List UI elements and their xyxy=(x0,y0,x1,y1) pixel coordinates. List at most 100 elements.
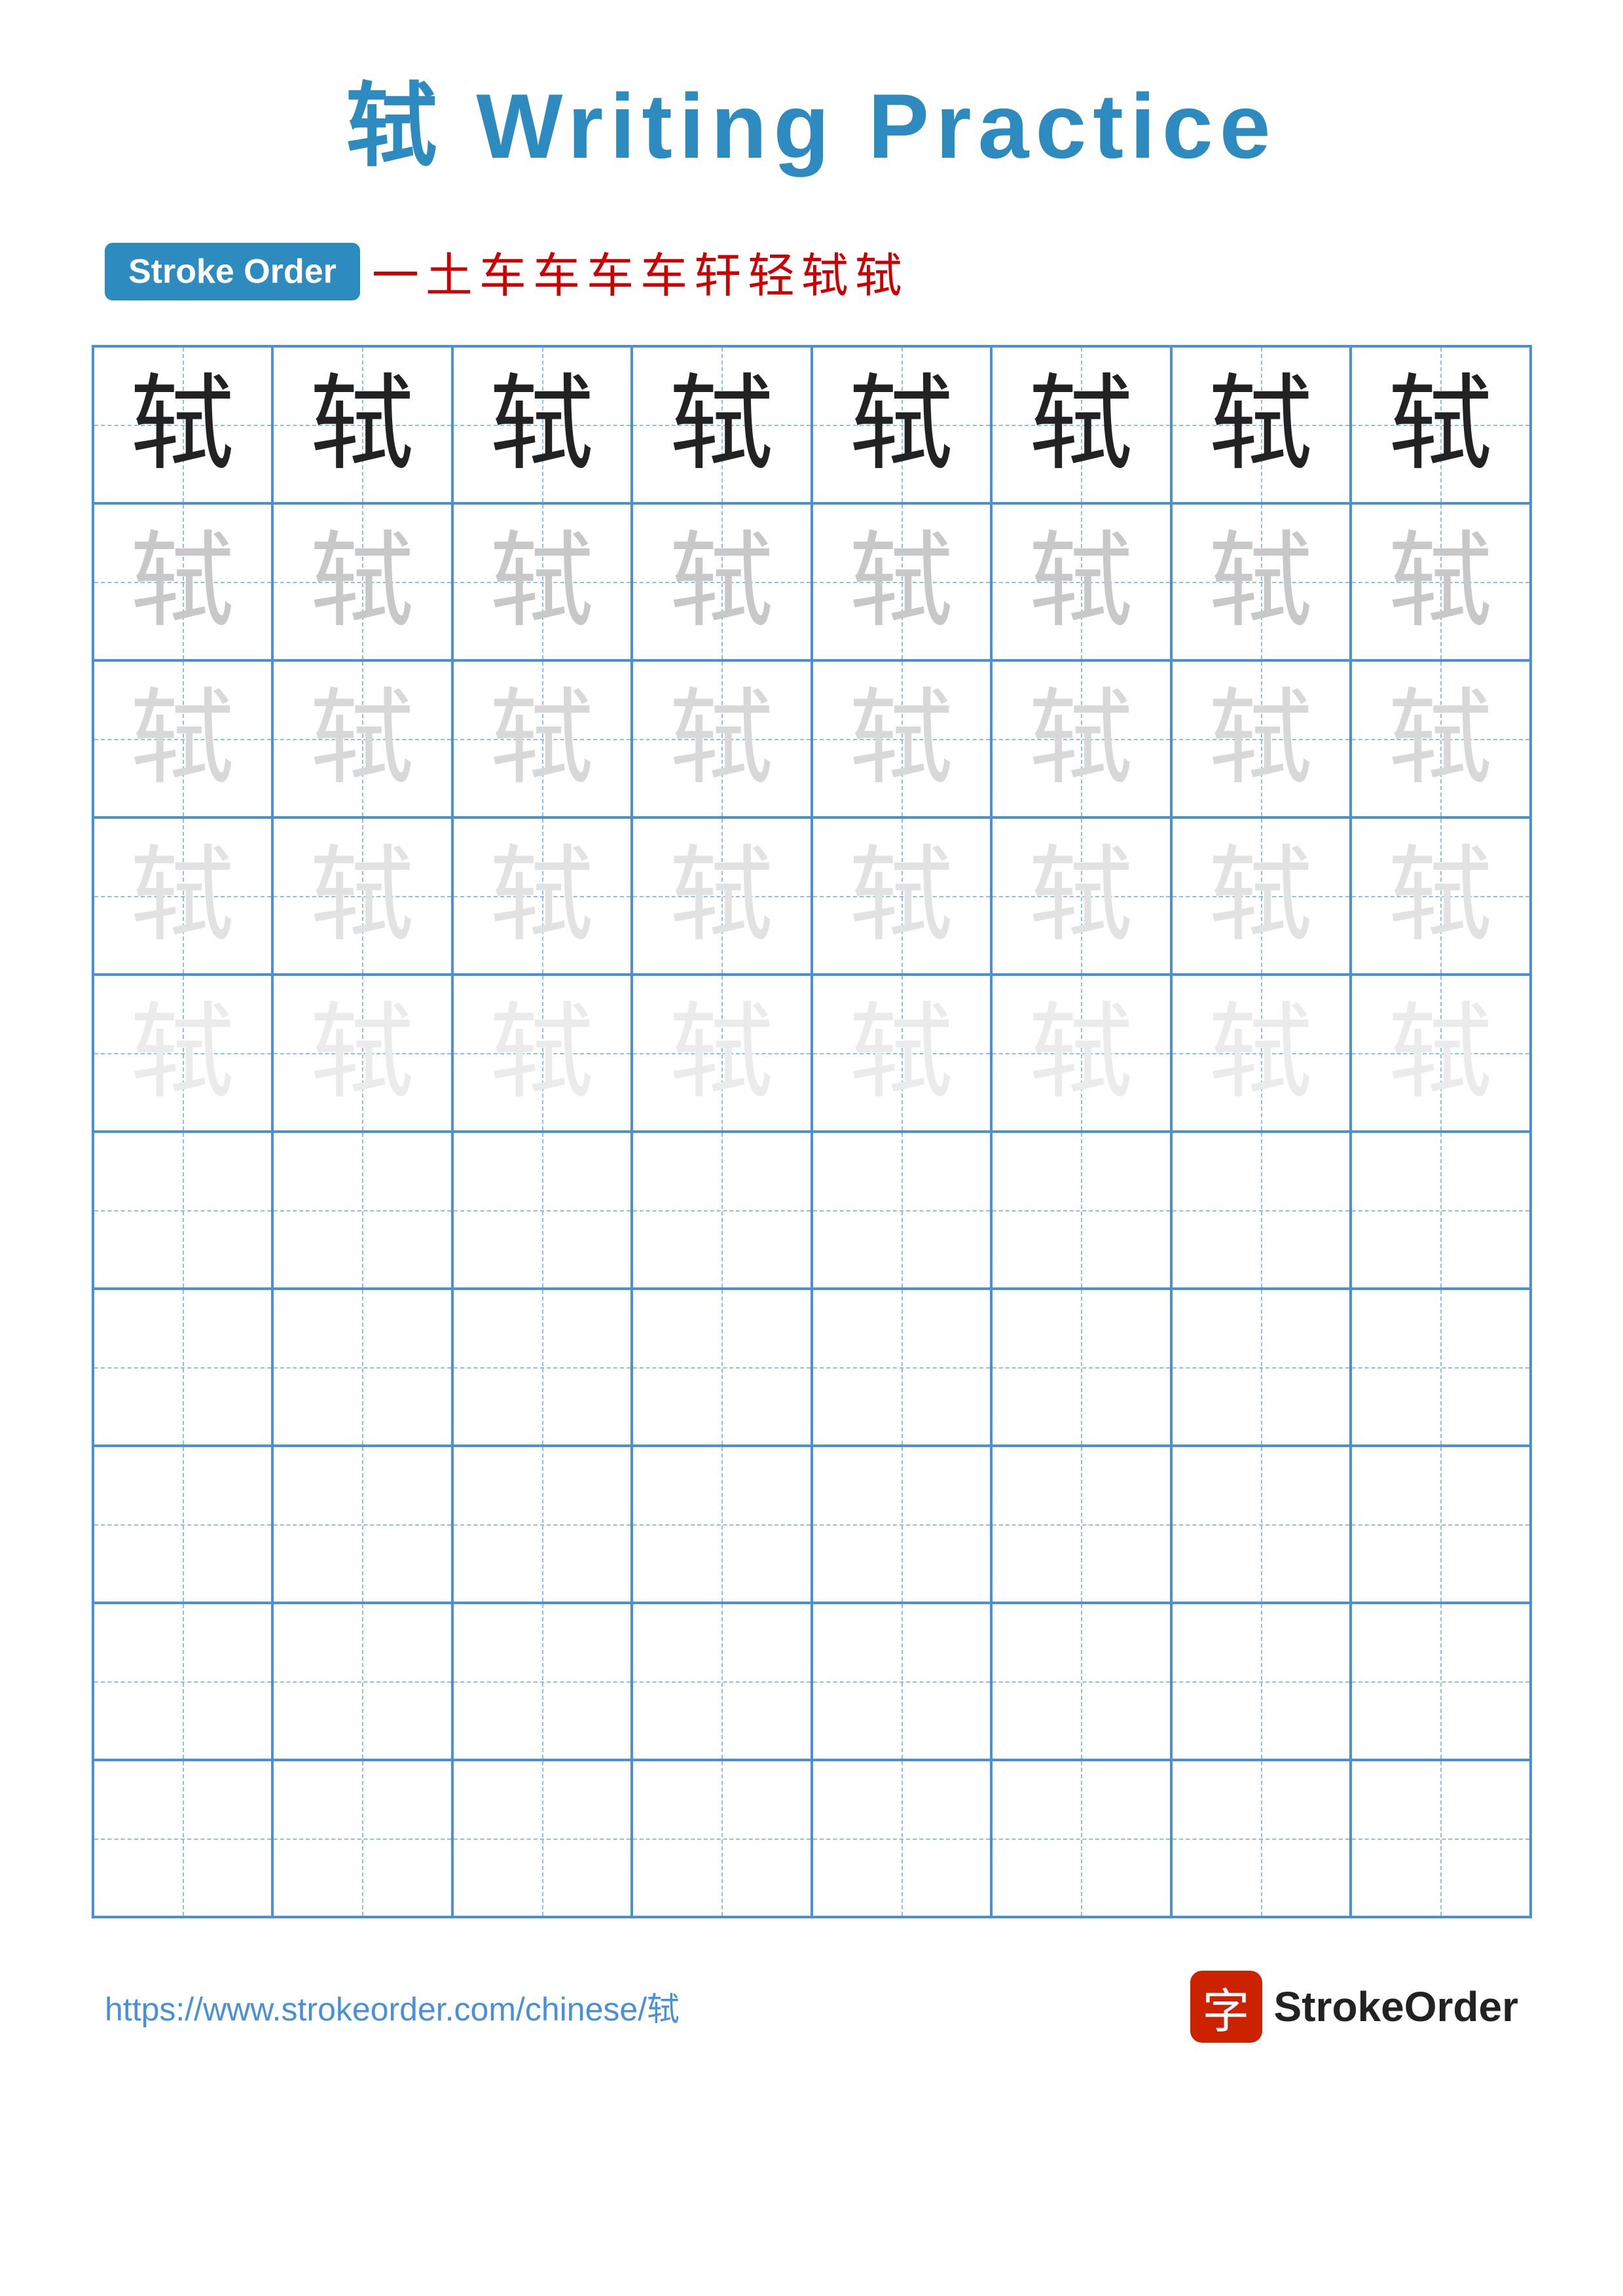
grid-cell[interactable]: 轼 xyxy=(272,817,452,975)
stroke-9: 轼 xyxy=(801,237,848,306)
grid-cell[interactable] xyxy=(632,1289,812,1446)
grid-cell[interactable]: 轼 xyxy=(93,503,273,660)
practice-char: 轼 xyxy=(490,687,594,791)
grid-cell[interactable] xyxy=(272,1760,452,1917)
grid-cell[interactable]: 轼 xyxy=(1171,817,1351,975)
grid-cell[interactable] xyxy=(1171,1603,1351,1760)
practice-char: 轼 xyxy=(1029,687,1133,791)
grid-cell[interactable]: 轼 xyxy=(272,975,452,1132)
practice-char: 轼 xyxy=(130,372,235,477)
grid-cell[interactable] xyxy=(272,1446,452,1603)
grid-cell[interactable]: 轼 xyxy=(812,503,992,660)
grid-cell[interactable]: 轼 xyxy=(1171,346,1351,503)
grid-cell[interactable] xyxy=(93,1603,273,1760)
grid-cell[interactable] xyxy=(1351,1132,1531,1289)
grid-cell[interactable]: 轼 xyxy=(812,660,992,817)
grid-cell[interactable]: 轼 xyxy=(632,346,812,503)
practice-char: 轼 xyxy=(310,687,414,791)
practice-char: 轼 xyxy=(1388,529,1493,634)
grid-cell[interactable]: 轼 xyxy=(1171,660,1351,817)
grid-cell[interactable] xyxy=(991,1446,1171,1603)
grid-cell[interactable] xyxy=(93,1446,273,1603)
grid-cell[interactable]: 轼 xyxy=(1351,503,1531,660)
grid-cell[interactable] xyxy=(632,1760,812,1917)
grid-cell[interactable]: 轼 xyxy=(1351,817,1531,975)
grid-cell[interactable]: 轼 xyxy=(1351,660,1531,817)
grid-cell[interactable] xyxy=(632,1446,812,1603)
grid-cell[interactable] xyxy=(812,1132,992,1289)
logo-icon: 字 xyxy=(1190,1971,1262,2043)
grid-cell[interactable] xyxy=(991,1603,1171,1760)
grid-cell[interactable] xyxy=(812,1760,992,1917)
grid-cell[interactable] xyxy=(1351,1289,1531,1446)
practice-char: 轼 xyxy=(1388,844,1493,948)
grid-cell[interactable]: 轼 xyxy=(991,817,1171,975)
stroke-8: 轻 xyxy=(748,237,795,306)
grid-cell[interactable]: 轼 xyxy=(452,817,632,975)
grid-cell[interactable] xyxy=(1171,1132,1351,1289)
grid-cell[interactable]: 轼 xyxy=(272,346,452,503)
stroke-5: 车 xyxy=(587,237,634,306)
grid-cell[interactable]: 轼 xyxy=(632,503,812,660)
grid-cell[interactable]: 轼 xyxy=(1351,975,1531,1132)
grid-cell[interactable]: 轼 xyxy=(1171,975,1351,1132)
grid-cell[interactable]: 轼 xyxy=(632,817,812,975)
grid-cell[interactable] xyxy=(272,1603,452,1760)
grid-cell[interactable]: 轼 xyxy=(93,660,273,817)
grid-cell[interactable]: 轼 xyxy=(1351,346,1531,503)
grid-cell[interactable] xyxy=(93,1760,273,1917)
grid-cell[interactable]: 轼 xyxy=(812,975,992,1132)
grid-cell[interactable]: 轼 xyxy=(1171,503,1351,660)
grid-cell[interactable] xyxy=(991,1289,1171,1446)
grid-cell[interactable] xyxy=(1351,1446,1531,1603)
grid-cell[interactable] xyxy=(1171,1289,1351,1446)
grid-cell[interactable]: 轼 xyxy=(93,346,273,503)
grid-cell[interactable] xyxy=(632,1603,812,1760)
grid-cell[interactable] xyxy=(93,1289,273,1446)
stroke-chars: 一 土 车 车 车 车 轩 轻 轼 轼 xyxy=(372,237,902,306)
grid-cell[interactable] xyxy=(812,1289,992,1446)
grid-cell[interactable]: 轼 xyxy=(452,975,632,1132)
grid-cell[interactable]: 轼 xyxy=(452,503,632,660)
grid-cell[interactable]: 轼 xyxy=(812,817,992,975)
grid-cell[interactable] xyxy=(452,1132,632,1289)
practice-char: 轼 xyxy=(1209,1001,1313,1105)
practice-grid: 轼轼轼轼轼轼轼轼轼轼轼轼轼轼轼轼轼轼轼轼轼轼轼轼轼轼轼轼轼轼轼轼轼轼轼轼轼轼轼轼 xyxy=(92,345,1532,1918)
grid-cell[interactable]: 轼 xyxy=(812,346,992,503)
grid-cell[interactable]: 轼 xyxy=(991,975,1171,1132)
grid-cell[interactable] xyxy=(272,1132,452,1289)
grid-cell[interactable]: 轼 xyxy=(93,817,273,975)
practice-char: 轼 xyxy=(849,372,954,477)
grid-cell[interactable]: 轼 xyxy=(632,975,812,1132)
practice-char: 轼 xyxy=(849,844,954,948)
grid-cell[interactable] xyxy=(991,1132,1171,1289)
practice-char: 轼 xyxy=(1388,372,1493,477)
grid-cell[interactable] xyxy=(93,1132,273,1289)
grid-cell[interactable]: 轼 xyxy=(452,660,632,817)
practice-char: 轼 xyxy=(849,687,954,791)
practice-char: 轼 xyxy=(669,687,774,791)
grid-cell[interactable] xyxy=(1171,1760,1351,1917)
grid-cell[interactable]: 轼 xyxy=(272,660,452,817)
grid-cell[interactable] xyxy=(452,1603,632,1760)
grid-cell[interactable]: 轼 xyxy=(991,346,1171,503)
grid-cell[interactable]: 轼 xyxy=(93,975,273,1132)
grid-cell[interactable] xyxy=(632,1132,812,1289)
grid-cell[interactable]: 轼 xyxy=(272,503,452,660)
grid-cell[interactable]: 轼 xyxy=(991,660,1171,817)
grid-cell[interactable] xyxy=(452,1760,632,1917)
grid-cell[interactable] xyxy=(1351,1760,1531,1917)
practice-char: 轼 xyxy=(1209,687,1313,791)
grid-cell[interactable] xyxy=(452,1446,632,1603)
grid-cell[interactable] xyxy=(812,1603,992,1760)
grid-cell[interactable]: 轼 xyxy=(452,346,632,503)
grid-cell[interactable]: 轼 xyxy=(632,660,812,817)
grid-cell[interactable] xyxy=(1171,1446,1351,1603)
practice-char: 轼 xyxy=(490,529,594,634)
grid-cell[interactable] xyxy=(991,1760,1171,1917)
grid-cell[interactable] xyxy=(812,1446,992,1603)
grid-cell[interactable] xyxy=(272,1289,452,1446)
grid-cell[interactable]: 轼 xyxy=(991,503,1171,660)
grid-cell[interactable] xyxy=(452,1289,632,1446)
grid-cell[interactable] xyxy=(1351,1603,1531,1760)
